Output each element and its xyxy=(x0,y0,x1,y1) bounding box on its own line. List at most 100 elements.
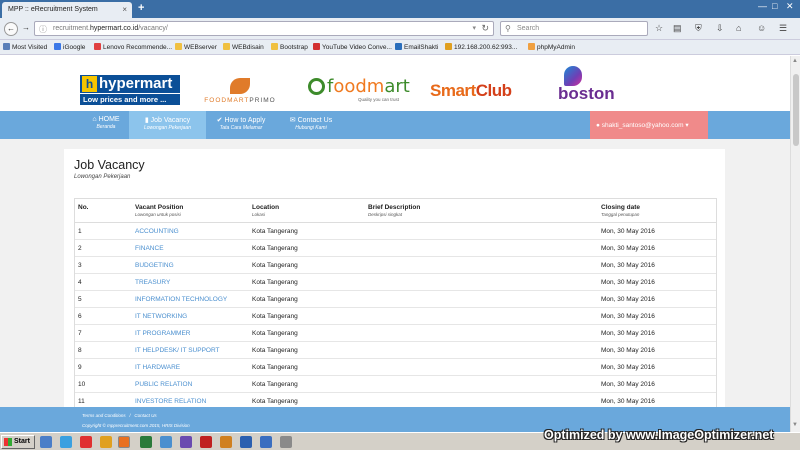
position-link[interactable]: BUDGETING xyxy=(135,262,174,269)
new-tab-button[interactable]: + xyxy=(138,2,144,14)
url-bar[interactable]: ⓘ recruitment.hypermart.co.id/vacancy/ ▾… xyxy=(34,21,494,36)
vs-icon[interactable] xyxy=(180,436,192,448)
position-link[interactable]: INVESTORE RELATION xyxy=(135,398,206,405)
shield-icon[interactable]: ⛨ xyxy=(695,23,702,34)
contact-link[interactable]: Contact Us xyxy=(134,413,156,418)
position-link[interactable]: FINANCE xyxy=(135,245,164,252)
position-link[interactable]: PUBLIC RELATION xyxy=(135,381,192,388)
header-no: No. xyxy=(78,204,88,211)
url-dropdown-icon[interactable]: ▾ xyxy=(472,24,476,32)
app-icon[interactable] xyxy=(220,436,232,448)
bookmark-webserver[interactable]: WEBserver xyxy=(175,43,217,51)
cell-closing-date: Mon, 30 May 2016 xyxy=(601,279,655,286)
foodmart-primo-mark xyxy=(230,78,250,94)
desktop-icon[interactable] xyxy=(40,436,52,448)
table-row: 6 IT NETWORKING Kota Tangerang Mon, 30 May … xyxy=(75,308,716,325)
bookmark-youtube[interactable]: YouTube Video Conve... xyxy=(313,43,392,51)
reload-icon[interactable]: ↻ xyxy=(481,23,489,34)
word-icon[interactable] xyxy=(240,436,252,448)
foodmart-tagline: Quality you can trust xyxy=(358,97,400,102)
position-link[interactable]: INFORMATION TECHNOLOGY xyxy=(135,296,227,303)
site-info-icon[interactable]: ⓘ xyxy=(39,24,47,35)
opera-icon[interactable] xyxy=(80,436,92,448)
ie-icon[interactable] xyxy=(60,436,72,448)
menu-item-home[interactable]: ⌂ HOME Beranda xyxy=(86,111,126,139)
close-window-icon[interactable]: ✕ xyxy=(786,1,794,12)
bookmark-phpmyadmin[interactable]: phpMyAdmin xyxy=(528,43,575,51)
bookmark-ip[interactable]: 192.168.200.62:993... xyxy=(445,43,517,51)
cell-closing-date: Mon, 30 May 2016 xyxy=(601,347,655,354)
position-link[interactable]: TREASURY xyxy=(135,279,170,286)
page-title: Job Vacancy xyxy=(74,158,145,172)
menu-item-how-to-apply[interactable]: ✔ How to Apply Tata Cara Melamar xyxy=(208,111,274,139)
header-description: Brief Description Deskripsi singkat xyxy=(368,204,420,217)
bookmark-igoogle[interactable]: iGoogle xyxy=(54,43,85,51)
app-icon[interactable] xyxy=(160,436,172,448)
folder-icon xyxy=(175,43,182,50)
header-label: Vacant Position xyxy=(135,204,184,211)
header-label: Closing date xyxy=(601,204,641,211)
foodmart-logo-word: foodmart xyxy=(327,76,410,97)
bookmark-icon xyxy=(3,43,10,50)
terms-link[interactable]: Terms and Conditions xyxy=(82,413,126,418)
excel-icon[interactable] xyxy=(140,436,152,448)
envelope-icon: ✉ xyxy=(289,117,298,124)
user-menu-button[interactable]: ● shakti_santoso@yahoo.com ▾ xyxy=(590,111,708,139)
pdf-icon[interactable] xyxy=(200,436,212,448)
scroll-up-icon[interactable]: ▲ xyxy=(792,58,798,64)
position-link[interactable]: IT NETWORKING xyxy=(135,313,187,320)
header-position: Vacant Position Lowongan untuk posisi xyxy=(135,204,183,217)
position-link[interactable]: IT HELPDESK/ IT SUPPORT xyxy=(135,347,220,354)
bookmark-icon xyxy=(54,43,61,50)
bookmark-lenovo[interactable]: Lenovo Recommende... xyxy=(94,43,172,51)
cell-closing-date: Mon, 30 May 2016 xyxy=(601,398,655,405)
position-link[interactable]: IT PROGRAMMER xyxy=(135,330,191,337)
position-link[interactable]: ACCOUNTING xyxy=(135,228,179,235)
app-icon[interactable] xyxy=(260,436,272,448)
table-row: 5 INFORMATION TECHNOLOGY Kota Tangerang Mon… xyxy=(75,291,716,308)
table-row: 10 PUBLIC RELATION Kota Tangerang Mon, 30 M… xyxy=(75,376,716,393)
folder-icon[interactable] xyxy=(100,436,112,448)
app-icon[interactable] xyxy=(280,436,292,448)
menu-item-contact-us[interactable]: ✉ Contact Us Hubungi Kami xyxy=(283,111,339,139)
bookmark-icon xyxy=(313,43,320,50)
position-link[interactable]: IT HARDWARE xyxy=(135,364,180,371)
url-prefix: recruitment. xyxy=(53,25,90,32)
bookmark-label: phpMyAdmin xyxy=(537,44,575,51)
header-label: No. xyxy=(78,204,89,211)
cell-closing-date: Mon, 30 May 2016 xyxy=(601,381,655,388)
scroll-down-icon[interactable]: ▼ xyxy=(792,422,798,428)
home-icon[interactable]: ⌂ xyxy=(736,23,741,33)
reading-list-icon[interactable]: ▤ xyxy=(673,23,682,34)
outlook-icon xyxy=(395,43,402,50)
bookmark-label: Lenovo Recommende... xyxy=(103,44,173,51)
menu-icon[interactable]: ☰ xyxy=(779,23,787,34)
chat-icon[interactable]: ☺ xyxy=(757,23,766,33)
bookmark-bootstrap[interactable]: Bootstrap xyxy=(271,43,308,51)
bookmark-most-visited[interactable]: Most Visited xyxy=(3,43,47,51)
page-subtitle: Lowongan Pekerjaan xyxy=(74,174,131,180)
boston-logo: boston xyxy=(558,66,622,104)
scroll-thumb[interactable] xyxy=(793,74,799,146)
bookmark-emailshakti[interactable]: EmailShakti xyxy=(395,43,438,51)
download-icon[interactable]: ⇩ xyxy=(716,23,724,34)
user-email: shakti_santoso@yahoo.com xyxy=(601,122,684,129)
search-input[interactable]: ⚲ Search xyxy=(500,21,648,36)
back-button[interactable]: ← xyxy=(4,22,18,36)
minimize-icon[interactable]: — xyxy=(758,1,767,11)
bookmark-icon xyxy=(94,43,101,50)
page-scrollbar[interactable]: ▲ ▼ xyxy=(790,56,800,432)
firefox-icon[interactable] xyxy=(118,436,130,448)
bookmark-webdisain[interactable]: WEBdisain xyxy=(223,43,264,51)
browser-tab[interactable]: MPP :: eRecruitment System × xyxy=(2,2,132,18)
hypermart-logo-letter: h xyxy=(82,76,97,92)
smartclub-logo-b: Club xyxy=(475,81,512,100)
tab-close-icon[interactable]: × xyxy=(122,5,127,14)
star-icon[interactable]: ☆ xyxy=(655,23,663,34)
table-row: 7 IT PROGRAMMER Kota Tangerang Mon, 30 May … xyxy=(75,325,716,342)
forward-button[interactable]: → xyxy=(19,22,33,36)
maximize-icon[interactable]: □ xyxy=(772,1,777,11)
cell-closing-date: Mon, 30 May 2016 xyxy=(601,262,655,269)
menu-item-job-vacancy[interactable]: ▮ Job Vacancy Lowongan Pekerjaan xyxy=(129,111,206,139)
start-button[interactable]: Start xyxy=(1,435,35,449)
